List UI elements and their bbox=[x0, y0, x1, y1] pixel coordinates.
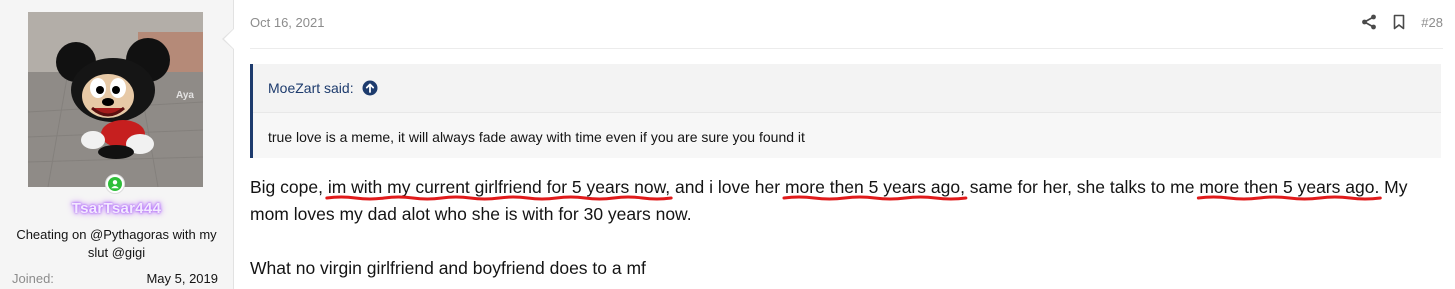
user-online-icon bbox=[108, 177, 122, 191]
arrow-up-circle-icon[interactable] bbox=[362, 80, 378, 96]
user-panel-arrow-inner bbox=[224, 29, 234, 49]
post-actions: #28 bbox=[1359, 12, 1443, 32]
avatar-caption: Aya bbox=[176, 90, 194, 101]
joined-label: Joined: bbox=[12, 271, 54, 286]
post-number-link[interactable]: #28 bbox=[1421, 15, 1443, 30]
text-segment: same for her, she talks to me bbox=[964, 177, 1200, 197]
username-link[interactable]: TsarTsar444 bbox=[0, 200, 233, 217]
online-status-badge bbox=[105, 174, 125, 194]
underlined-phrase: more then 5 years ago, bbox=[784, 177, 965, 197]
text-segment: Big cope, bbox=[250, 177, 328, 197]
underlined-phrase: more then 5 years ago. bbox=[1199, 177, 1380, 197]
message-paragraph: Big cope, im with my current girlfriend … bbox=[250, 174, 1441, 228]
quote-block: MoeZart said: true love is a meme, it wi… bbox=[250, 64, 1441, 158]
header-divider bbox=[250, 48, 1443, 49]
quote-author-link[interactable]: MoeZart said: bbox=[268, 80, 354, 96]
post-date[interactable]: Oct 16, 2021 bbox=[250, 15, 324, 30]
quote-text: true love is a meme, it will always fade… bbox=[268, 129, 805, 145]
user-avatar[interactable]: Aya bbox=[28, 12, 203, 187]
share-icon[interactable] bbox=[1359, 12, 1379, 32]
quote-header: MoeZart said: bbox=[253, 64, 1441, 113]
joined-date: May 5, 2019 bbox=[146, 271, 218, 286]
user-title: Cheating on @Pythagoras with my slut @gi… bbox=[16, 227, 217, 260]
message-user-panel: Aya TsarTsar444 Cheating on @Pythagoras … bbox=[0, 0, 234, 289]
message-paragraph-2: What no virgin girlfriend and boyfriend … bbox=[250, 258, 646, 278]
underlined-phrase: im with my current girlfriend for 5 year… bbox=[327, 177, 671, 197]
message-body: Big cope, im with my current girlfriend … bbox=[250, 174, 1441, 282]
bookmark-icon[interactable] bbox=[1391, 12, 1407, 32]
text-segment: and i love her bbox=[670, 177, 785, 197]
